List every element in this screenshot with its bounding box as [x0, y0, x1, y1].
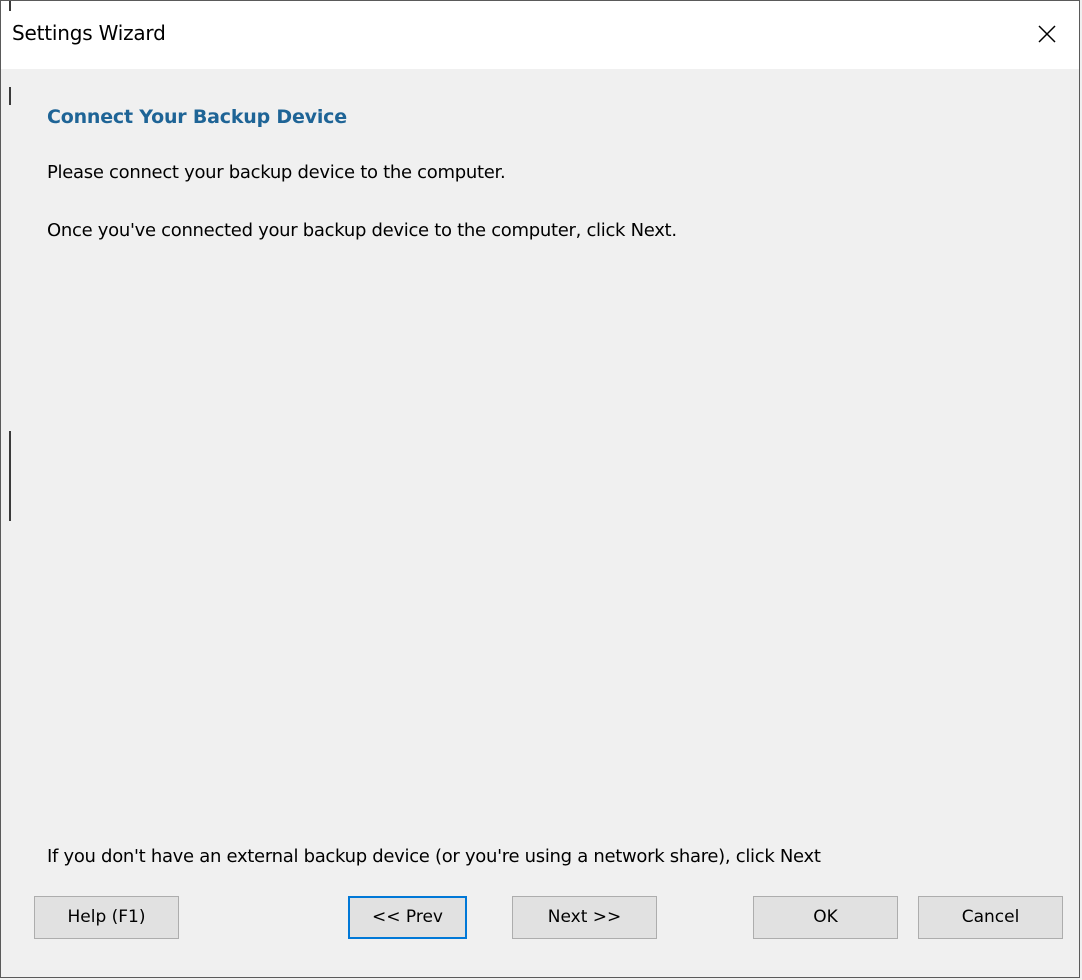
title-bar: Settings Wizard: [1, 1, 1079, 69]
left-edge-mark: [9, 87, 11, 105]
footer-note: If you don't have an external backup dev…: [47, 846, 821, 867]
left-edge-mark: [9, 431, 11, 521]
instruction-text-1: Please connect your backup device to the…: [47, 162, 506, 183]
prev-button[interactable]: << Prev: [348, 896, 467, 939]
settings-wizard-dialog: Settings Wizard Connect Your Backup Devi…: [0, 0, 1080, 978]
cancel-button[interactable]: Cancel: [918, 896, 1063, 939]
close-button[interactable]: [1009, 1, 1079, 69]
left-edge-mark: [9, 1, 11, 11]
next-button[interactable]: Next >>: [512, 896, 657, 939]
close-icon: [1038, 25, 1056, 43]
window-title: Settings Wizard: [12, 21, 166, 45]
ok-button[interactable]: OK: [753, 896, 898, 939]
instruction-text-2: Once you've connected your backup device…: [47, 220, 677, 241]
page-heading: Connect Your Backup Device: [47, 106, 347, 128]
help-button[interactable]: Help (F1): [34, 896, 179, 939]
